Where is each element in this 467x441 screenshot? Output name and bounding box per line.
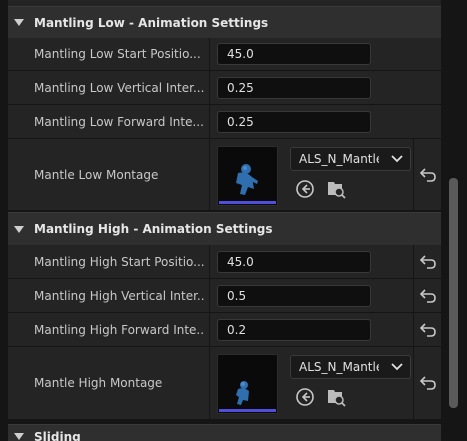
asset-type-bar bbox=[219, 409, 276, 412]
property-label: Mantling Low Vertical Inter... bbox=[34, 80, 204, 95]
collapse-arrow-icon[interactable] bbox=[14, 225, 24, 233]
property-label: Mantling High Start Positio... bbox=[34, 254, 204, 269]
column-divider bbox=[413, 279, 414, 312]
number-input[interactable]: 45.0 bbox=[217, 43, 371, 65]
column-divider[interactable] bbox=[209, 313, 210, 346]
number-input[interactable]: 0.25 bbox=[217, 111, 371, 133]
folder-search-icon[interactable] bbox=[326, 387, 346, 407]
number-input[interactable]: 0.5 bbox=[217, 285, 371, 307]
collapse-arrow-icon[interactable] bbox=[14, 19, 24, 26]
asset-thumbnail[interactable] bbox=[217, 354, 278, 414]
property-label: Mantling High Forward Inte... bbox=[34, 322, 204, 337]
scrollbar-thumb[interactable] bbox=[449, 178, 458, 408]
section-header-mantling-high[interactable]: Mantling High - Animation Settings bbox=[8, 212, 441, 245]
arrow-left-circle-icon[interactable] bbox=[295, 387, 315, 407]
section-title: Mantling Low - Animation Settings bbox=[34, 15, 269, 30]
column-divider[interactable] bbox=[209, 279, 210, 312]
asset-thumbnail[interactable] bbox=[217, 146, 278, 206]
arrow-left-circle-icon[interactable] bbox=[295, 179, 315, 199]
property-row: Mantling High Start Positio... 45.0 bbox=[8, 245, 441, 279]
property-label: Mantle High Montage bbox=[34, 376, 163, 390]
property-row: Mantling High Forward Inte... 0.2 bbox=[8, 313, 441, 347]
montage-row: Mantle High Montage ALS_N_Mantle bbox=[8, 347, 441, 420]
column-divider[interactable] bbox=[209, 105, 210, 138]
montage-row: Mantle Low Montage ALS_N_Mantle bbox=[8, 139, 441, 211]
folder-search-icon[interactable] bbox=[326, 179, 346, 199]
column-divider[interactable] bbox=[209, 71, 210, 104]
property-label: Mantling Low Start Positio... bbox=[34, 47, 201, 61]
section-header-mantling-low[interactable]: Mantling Low - Animation Settings bbox=[8, 6, 441, 38]
number-input[interactable]: 45.0 bbox=[217, 251, 371, 273]
reset-arrow-icon[interactable] bbox=[419, 288, 437, 304]
property-label: Mantling Low Forward Inte... bbox=[34, 114, 204, 129]
reset-arrow-icon[interactable] bbox=[419, 254, 437, 270]
property-row: Mantling Low Start Positio... 45.0 bbox=[8, 38, 441, 71]
column-divider bbox=[413, 139, 414, 210]
number-input[interactable]: 0.2 bbox=[217, 319, 371, 341]
character-figure-icon bbox=[236, 381, 249, 405]
asset-dropdown[interactable]: ALS_N_Mantle bbox=[290, 147, 411, 171]
property-label: Mantling High Vertical Inter... bbox=[34, 288, 204, 303]
collapse-arrow-icon[interactable] bbox=[14, 433, 24, 440]
asset-type-bar bbox=[219, 201, 276, 204]
character-figure-icon bbox=[236, 164, 258, 195]
asset-name: ALS_N_Mantle bbox=[299, 360, 379, 374]
section-title: Mantling High - Animation Settings bbox=[34, 222, 273, 236]
property-label: Mantle Low Montage bbox=[34, 167, 159, 182]
section-title: Sliding bbox=[34, 430, 81, 441]
details-panel: Mantling Low - Animation Settings Mantli… bbox=[0, 0, 467, 441]
asset-dropdown[interactable]: ALS_N_Mantle bbox=[290, 355, 411, 379]
property-row: Mantling High Vertical Inter... 0.5 bbox=[8, 279, 441, 313]
column-divider[interactable] bbox=[209, 245, 210, 278]
column-divider bbox=[413, 313, 414, 346]
chevron-down-icon bbox=[391, 363, 403, 371]
section-header-sliding[interactable]: Sliding bbox=[8, 424, 441, 441]
column-divider[interactable] bbox=[209, 347, 210, 419]
property-row: Mantling Low Vertical Inter... 0.25 bbox=[8, 71, 441, 105]
column-divider bbox=[413, 347, 414, 419]
asset-name: ALS_N_Mantle bbox=[299, 152, 379, 166]
number-input[interactable]: 0.25 bbox=[217, 77, 371, 99]
reset-arrow-icon[interactable] bbox=[419, 167, 437, 183]
reset-arrow-icon[interactable] bbox=[419, 322, 437, 338]
chevron-down-icon bbox=[391, 155, 403, 163]
property-row: Mantling Low Forward Inte... 0.25 bbox=[8, 105, 441, 139]
column-divider[interactable] bbox=[209, 139, 210, 210]
column-divider[interactable] bbox=[209, 38, 210, 70]
column-divider bbox=[413, 245, 414, 278]
reset-arrow-icon[interactable] bbox=[419, 375, 437, 391]
